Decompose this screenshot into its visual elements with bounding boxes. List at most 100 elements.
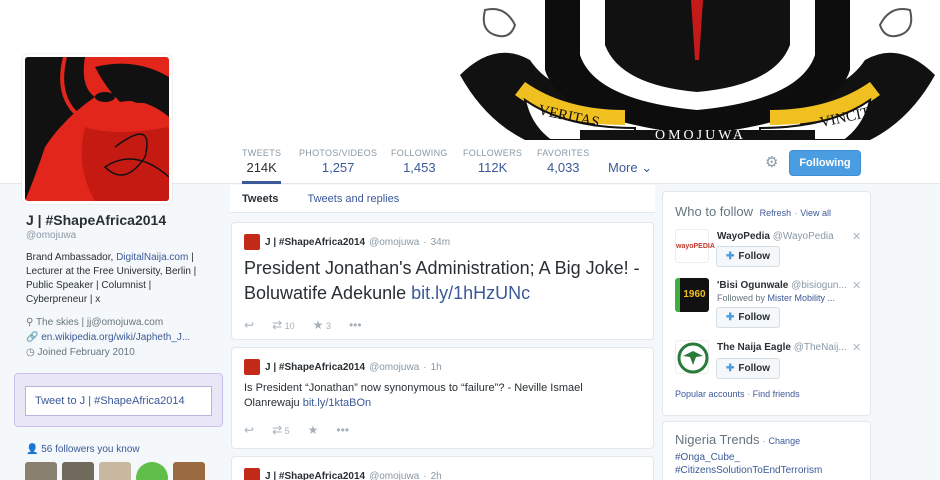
location-icon: ⚲ xyxy=(26,317,34,328)
tweet-card[interactable]: J | #ShapeAfrica2014 @omojuwa · 34m Pres… xyxy=(231,222,654,340)
tweet-author-name[interactable]: J | #ShapeAfrica2014 xyxy=(265,237,365,248)
trend-item[interactable]: #CitizensSolutionToEndTerrorism xyxy=(675,465,858,476)
tweet-to-box: Tweet to J | #ShapeAfrica2014 xyxy=(14,373,223,427)
stat-value: 112K xyxy=(477,160,508,175)
tab-tweets[interactable]: Tweets xyxy=(242,193,278,205)
who-to-follow-title: Who to follow xyxy=(675,204,754,219)
tweet-author-name[interactable]: J | #ShapeAfrica2014 xyxy=(265,471,365,480)
eagle-icon xyxy=(677,342,709,374)
tweet-card[interactable]: J | #ShapeAfrica2014 @omojuwa · 1h Is Pr… xyxy=(231,347,654,449)
followed-by-prefix: Followed by xyxy=(717,293,768,303)
joined-text: Joined February 2010 xyxy=(37,347,135,358)
profile-handle[interactable]: @omojuwa xyxy=(26,230,206,241)
stat-label: FOLLOWING xyxy=(391,148,448,158)
tweet-author-handle[interactable]: @omojuwa xyxy=(369,237,419,248)
followers-you-know[interactable]: 👤 56 followers you know xyxy=(26,444,140,455)
joined-row: ◷ Joined February 2010 xyxy=(26,345,206,360)
stat-value: 1,257 xyxy=(321,160,355,175)
close-icon[interactable]: ✕ xyxy=(852,279,861,292)
follow-button-label: Follow xyxy=(738,363,771,374)
tweet-avatar[interactable] xyxy=(244,468,260,480)
suggestion-avatar[interactable]: wayoPEDIA xyxy=(675,229,715,263)
tweet-card[interactable]: J | #ShapeAfrica2014 @omojuwa · 2h xyxy=(231,456,654,480)
who-to-follow-header: Who to follow Refresh · View all xyxy=(675,204,832,219)
tweet-to-input[interactable]: Tweet to J | #ShapeAfrica2014 xyxy=(25,386,212,416)
tweet-time[interactable]: 2h xyxy=(431,471,442,480)
favorite-count: 3 xyxy=(325,321,331,331)
tweet-author-handle[interactable]: @omojuwa xyxy=(369,362,419,373)
close-icon[interactable]: ✕ xyxy=(852,341,861,354)
suggestion-name-row[interactable]: The Naija Eagle @TheNaij... xyxy=(717,342,847,353)
close-icon[interactable]: ✕ xyxy=(852,230,861,243)
follower-avatar[interactable] xyxy=(25,462,57,480)
suggestion-name: The Naija Eagle xyxy=(717,342,791,353)
follow-button[interactable]: ✚ Follow xyxy=(716,246,781,267)
reply-icon[interactable]: ↩ xyxy=(244,318,254,332)
location-row: ⚲ The skies | jj@omojuwa.com xyxy=(26,315,206,330)
follower-avatar[interactable] xyxy=(136,462,168,480)
suggestion-item: The Naija Eagle @TheNaij... ✕ ✚ Follow xyxy=(675,340,865,390)
star-icon: ★ xyxy=(312,318,324,332)
more-menu[interactable]: More ⌄ xyxy=(608,160,652,176)
following-button[interactable]: Following xyxy=(789,150,861,176)
view-all-link[interactable]: View all xyxy=(800,208,831,218)
stat-value: 1,453 xyxy=(403,160,436,175)
reply-icon[interactable]: ↩ xyxy=(244,423,254,437)
suggestion-name-row[interactable]: WayoPedia @WayoPedia xyxy=(717,231,847,242)
stat-favorites[interactable]: FAVORITES 4,033 xyxy=(537,148,590,175)
tweet-link[interactable]: bit.ly/1ktaBOn xyxy=(303,397,371,409)
popular-accounts-link[interactable]: Popular accounts xyxy=(675,389,745,399)
tweet-author-name[interactable]: J | #ShapeAfrica2014 xyxy=(265,362,365,373)
bio-link[interactable]: DigitalNaija.com xyxy=(116,252,188,263)
suggestion-name-row[interactable]: 'Bisi Ogunwale @bisiogun... xyxy=(717,280,847,291)
clock-icon: ◷ xyxy=(26,347,35,358)
website-link[interactable]: en.wikipedia.org/wiki/Japheth_J... xyxy=(41,332,190,343)
tweet-link[interactable]: bit.ly/1hHzUNc xyxy=(411,283,530,303)
tweet-avatar[interactable] xyxy=(244,359,260,375)
more-icon[interactable]: ••• xyxy=(336,423,349,437)
stat-followers[interactable]: FOLLOWERS 112K xyxy=(463,148,522,175)
retweet-count: 10 xyxy=(284,321,295,331)
find-friends-link[interactable]: Find friends xyxy=(753,389,800,399)
follower-avatar[interactable] xyxy=(62,462,94,480)
stat-tweets[interactable]: TWEETS 214K xyxy=(242,148,282,184)
tweet-avatar[interactable] xyxy=(244,234,260,250)
follower-avatar[interactable] xyxy=(173,462,205,480)
stat-following[interactable]: FOLLOWING 1,453 xyxy=(391,148,448,175)
retweet-group[interactable]: ⇄ 10 xyxy=(272,318,295,332)
retweet-group[interactable]: ⇄ 5 xyxy=(272,423,290,437)
follower-avatar[interactable] xyxy=(99,462,131,480)
tweet-time[interactable]: 1h xyxy=(431,362,442,373)
tweet-author-handle[interactable]: @omojuwa xyxy=(369,471,419,480)
stat-value: 4,033 xyxy=(547,160,580,175)
profile-avatar[interactable] xyxy=(22,54,172,204)
stat-value: 214K xyxy=(246,160,277,175)
profile-meta: ⚲ The skies | jj@omojuwa.com 🔗 en.wikipe… xyxy=(26,315,206,360)
favorite-group[interactable]: ★ 3 xyxy=(313,318,331,332)
timeline-tabs: Tweets Tweets and replies xyxy=(230,185,655,213)
trends-change-link[interactable]: Change xyxy=(769,436,801,446)
gear-icon[interactable]: ⚙ xyxy=(765,153,778,171)
suggestion-avatar[interactable]: 1960 xyxy=(675,278,709,312)
tweet-header: J | #ShapeAfrica2014 @omojuwa · 2h xyxy=(244,468,641,480)
stat-label: PHOTOS/VIDEOS xyxy=(299,148,378,158)
trend-item[interactable]: #Onga_Cube_ xyxy=(675,452,858,463)
tab-tweets-and-replies[interactable]: Tweets and replies xyxy=(307,193,399,205)
follow-button[interactable]: ✚ Follow xyxy=(716,307,781,328)
more-icon[interactable]: ••• xyxy=(349,318,362,332)
location-text: The skies | jj@omojuwa.com xyxy=(35,317,164,328)
favorite-group[interactable]: ★ xyxy=(308,423,319,437)
profile-name[interactable]: J | #ShapeAfrica2014 xyxy=(26,212,206,228)
refresh-link[interactable]: Refresh xyxy=(760,208,792,218)
followed-by-link[interactable]: Mister Mobility ... xyxy=(768,293,836,303)
suggestion-avatar[interactable] xyxy=(675,340,709,374)
tweet-header: J | #ShapeAfrica2014 @omojuwa · 34m xyxy=(244,234,641,250)
suggestion-name: 'Bisi Ogunwale xyxy=(717,280,789,291)
banner-name: OMOJUWA xyxy=(655,128,746,140)
tweet-text-body: Is President “Jonathan” now synonymous t… xyxy=(244,382,583,409)
tweet-time[interactable]: 34m xyxy=(431,237,450,248)
stat-photos[interactable]: PHOTOS/VIDEOS 1,257 xyxy=(299,148,377,175)
trends-header: Nigeria Trends · Change xyxy=(675,432,801,447)
trends-title: Nigeria Trends xyxy=(675,432,760,447)
follow-button[interactable]: ✚ Follow xyxy=(716,358,781,379)
